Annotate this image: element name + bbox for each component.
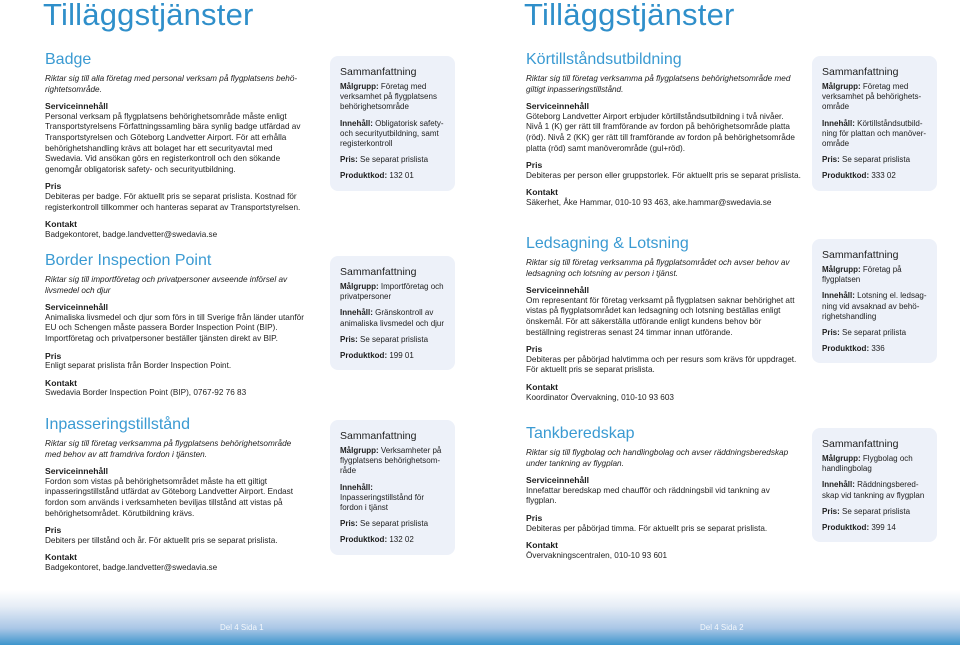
summary-price: Pris: Se separat prislista — [340, 519, 429, 529]
contact-heading: Kontakt — [526, 187, 558, 198]
summary-price: Pris: Se separat prislista — [822, 506, 911, 516]
summary-content: Innehåll: Lotsning el. ledsag-ning vid a… — [822, 291, 927, 321]
price-text: Enligt separat prislista från Border Ins… — [45, 361, 232, 371]
section-title: Tankberedskap — [526, 425, 635, 442]
price-text: Debiters per tillstånd och år. För aktue… — [45, 535, 278, 545]
section-title: Körtillståndsutbildning — [526, 51, 682, 68]
price-heading: Pris — [526, 512, 543, 523]
page-number-1: Del 4 Sida 1 — [220, 623, 264, 632]
section-intro: Riktar sig till företag verksamma på fly… — [526, 258, 790, 278]
summary-title: Sammanfattning — [822, 249, 899, 261]
section-inpasseringstillstand: Inpasseringstillstånd Riktar sig till fö… — [45, 416, 305, 580]
summary-box-tankberedskap: Sammanfattning Målgrupp: Flygbolag och h… — [812, 428, 937, 543]
service-heading: Serviceinnehåll — [45, 101, 109, 112]
service-text: Göteborg Landvetter Airport erbjuder kör… — [526, 111, 795, 153]
summary-target: Målgrupp: Företag med verksamhet på flyg… — [340, 82, 437, 112]
footer-band: Del 4 Sida 1 Del 4 Sida 2 — [0, 590, 960, 645]
service-text: Animaliska livsmedel och djur som förs i… — [45, 312, 304, 343]
service-text: Innefattar beredskap med chaufför och rä… — [526, 485, 770, 506]
service-heading: Serviceinnehåll — [526, 285, 590, 296]
section-tankberedskap: Tankberedskap Riktar sig till flygbolag … — [526, 425, 801, 567]
contact-text: Övervakningscentralen, 010-10 93 601 — [526, 550, 668, 560]
price-heading: Pris — [45, 181, 62, 192]
summary-box-inpasseringstillstand: Sammanfattning Målgrupp: Verksamheter på… — [330, 420, 455, 555]
contact-text: Koordinator Övervakning, 010-10 93 603 — [526, 392, 674, 402]
contact-heading: Kontakt — [526, 540, 558, 551]
section-intro: Riktar sig till företag verksamma på fly… — [526, 74, 791, 94]
contact-heading: Kontakt — [526, 381, 558, 392]
price-heading: Pris — [45, 525, 62, 536]
section-intro: Riktar sig till importföretag och privat… — [45, 275, 288, 295]
page-title: Tilläggstjänster — [524, 0, 735, 32]
summary-code: Produktkod: 333 02 — [822, 171, 896, 181]
summary-price: Pris: Se separat prislista — [822, 155, 911, 165]
summary-price: Pris: Se separat prilista — [822, 328, 907, 338]
summary-content: Innehåll: Obligatorisk safety- och secur… — [340, 118, 444, 149]
summary-box-ledsagning-lotsning: Sammanfattning Målgrupp: Företag på flyg… — [812, 239, 937, 364]
section-border-inspection-point: Border Inspection Point Riktar sig till … — [45, 252, 305, 405]
summary-title: Sammanfattning — [340, 430, 417, 442]
contact-heading: Kontakt — [45, 552, 77, 563]
summary-target: Målgrupp: Flygbolag och handlingbolag — [822, 454, 913, 474]
page-title: Tilläggstjänster — [43, 0, 254, 32]
service-heading: Serviceinnehåll — [45, 302, 109, 313]
summary-target: Målgrupp: Importföretag och privatperson… — [340, 282, 444, 302]
service-text: Personal verksam på flygplatsens behörig… — [45, 111, 301, 174]
price-heading: Pris — [526, 160, 543, 171]
summary-content: Innehåll: Inpasseringstillstånd för ford… — [340, 482, 425, 513]
summary-title: Sammanfattning — [822, 438, 899, 450]
summary-price: Pris: Se separat prislista — [340, 155, 429, 165]
summary-code: Produktkod: 132 01 — [340, 171, 414, 181]
contact-text: Swedavia Border Inspection Point (BIP), … — [45, 388, 247, 398]
price-heading: Pris — [526, 344, 543, 355]
price-text: Debiteras per påbörjad halvtimma och per… — [526, 354, 797, 375]
price-heading: Pris — [45, 350, 62, 361]
contact-text: Säkerhet, Åke Hammar, 010-10 93 463, ake… — [526, 197, 772, 207]
summary-content: Innehåll: Körtillståndsutbild-ning för p… — [822, 118, 927, 149]
summary-box-kortillstandsutbildning: Sammanfattning Målgrupp: Företag med ver… — [812, 56, 937, 191]
service-heading: Serviceinnehåll — [526, 101, 590, 112]
price-text: Debiteras per påbörjad timma. För aktuel… — [526, 523, 768, 533]
summary-target: Målgrupp: Företag med verksamhet på behö… — [822, 82, 922, 112]
summary-title: Sammanfattning — [340, 66, 417, 78]
summary-box-badge: Sammanfattning Målgrupp: Företag med ver… — [330, 56, 455, 191]
page-1: Tilläggstjänster Badge Riktar sig till a… — [0, 0, 480, 645]
summary-code: Produktkod: 336 — [822, 344, 885, 354]
summary-box-border-inspection-point: Sammanfattning Målgrupp: Importföretag o… — [330, 256, 455, 371]
section-kortillstandsutbildning: Körtillståndsutbildning Riktar sig till … — [526, 51, 801, 215]
summary-price: Pris: Se separat prislista — [340, 334, 429, 344]
section-title: Ledsagning & Lotsning — [526, 235, 689, 252]
section-badge: Badge Riktar sig till alla företag med p… — [45, 51, 305, 246]
contact-text: Badgekontoret, badge.landvetter@swedavia… — [45, 562, 218, 572]
section-intro: Riktar sig till flygbolag och handlingbo… — [526, 448, 789, 468]
service-text: Fordon som vistas på behörighetsområdet … — [45, 476, 294, 518]
section-title: Badge — [45, 51, 92, 68]
summary-code: Produktkod: 199 01 — [340, 351, 414, 361]
summary-target: Målgrupp: Företag på flygplatsen — [822, 265, 902, 285]
service-heading: Serviceinnehåll — [526, 475, 590, 486]
page-number-2: Del 4 Sida 2 — [700, 623, 744, 632]
summary-code: Produktkod: 399 14 — [822, 523, 896, 533]
contact-heading: Kontakt — [45, 219, 77, 230]
section-title: Inpasseringstillstånd — [45, 416, 190, 433]
section-ledsagning-lotsning: Ledsagning & Lotsning Riktar sig till fö… — [526, 235, 801, 409]
summary-content: Innehåll: Räddningsbered-skap vid tankni… — [822, 480, 925, 500]
section-intro: Riktar sig till företag verksamma på fly… — [45, 439, 292, 459]
price-text: Debiteras per badge. För aktuellt pris s… — [45, 191, 301, 212]
contact-text: Badgekontoret, badge.landvetter@swedavia… — [45, 229, 218, 239]
service-text: Om representant för företag verksamt på … — [526, 295, 795, 337]
section-title: Border Inspection Point — [45, 252, 212, 269]
summary-title: Sammanfattning — [822, 66, 899, 78]
summary-title: Sammanfattning — [340, 266, 417, 278]
section-intro: Riktar sig till alla företag med persona… — [45, 74, 298, 94]
contact-heading: Kontakt — [45, 377, 77, 388]
page-2: Tilläggstjänster Körtillståndsutbildning… — [480, 0, 960, 645]
summary-content: Innehåll: Gränskontroll av animaliska li… — [340, 308, 445, 328]
summary-code: Produktkod: 132 02 — [340, 535, 414, 545]
summary-target: Målgrupp: Verksamheter på flygplatsens b… — [340, 446, 442, 476]
price-text: Debiteras per person eller gruppstorlek.… — [526, 170, 801, 180]
service-heading: Serviceinnehåll — [45, 466, 109, 477]
